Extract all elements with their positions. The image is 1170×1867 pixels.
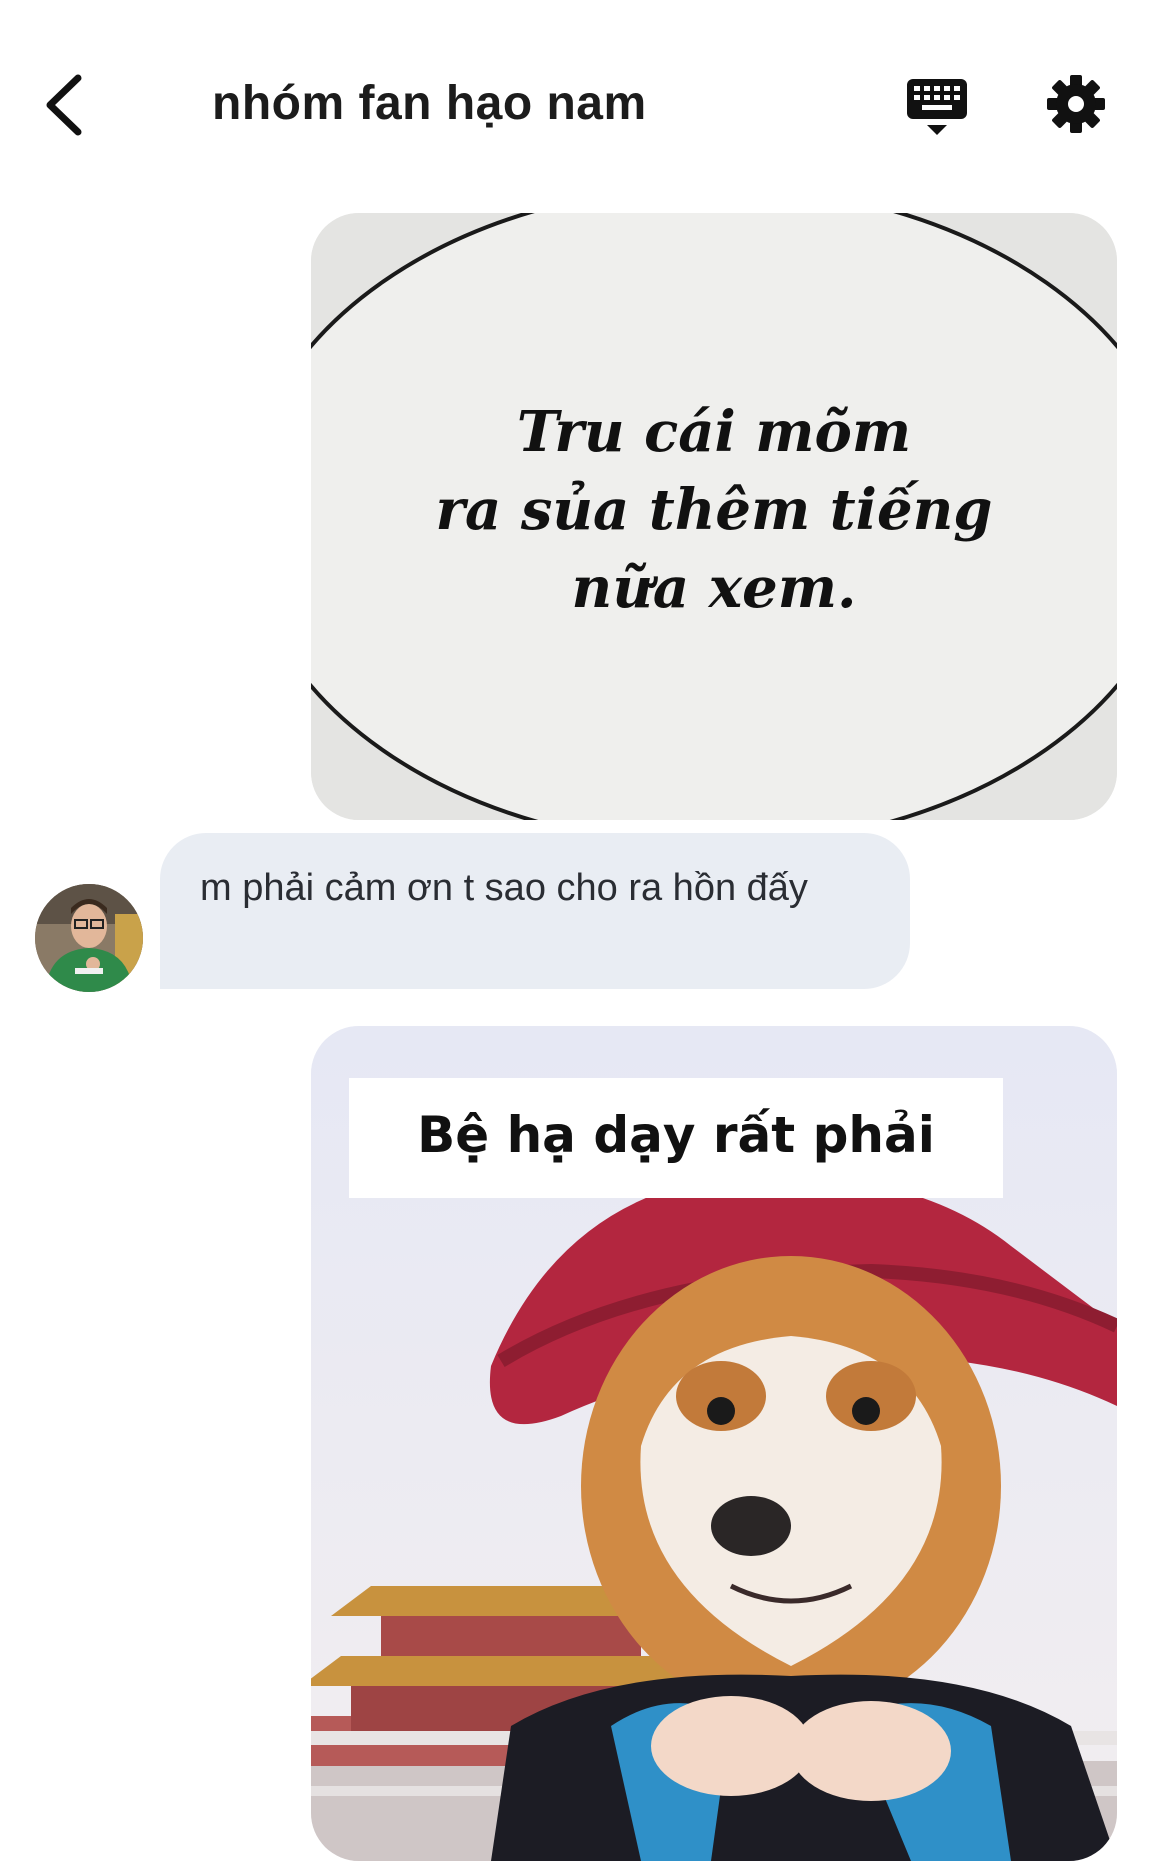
settings-button[interactable] [1046,74,1106,134]
chat-header: nhóm fan hạo nam [0,0,1170,205]
message-text: m phải cảm ơn t sao cho ra hồn đấy [200,867,808,909]
image-message-speech-bubble[interactable]: Tru cái mõm ra sủa thêm tiếng nữa xem. [311,213,1117,820]
meme-caption: Bệ hạ dạy rất phải [417,1106,935,1164]
meme-caption-box: Bệ hạ dạy rất phải [349,1078,1003,1198]
keyboard-toggle-button[interactable] [905,75,969,139]
keyboard-hide-icon [907,79,967,135]
avatar-photo [35,884,143,992]
chat-title: nhóm fan hạo nam [212,77,647,130]
speech-bubble-caption: Tru cái mõm ra sủa thêm tiếng nữa xem. [435,399,993,621]
incoming-message-bubble[interactable]: m phải cảm ơn t sao cho ra hồn đấy [160,833,910,989]
dog-face [581,1256,1001,1716]
back-button[interactable] [40,70,90,140]
chevron-left-icon [46,74,82,136]
image-message-dog-meme[interactable]: Bệ hạ dạy rất phải [311,1026,1117,1861]
gear-icon [1047,75,1105,133]
avatar[interactable] [35,884,143,992]
